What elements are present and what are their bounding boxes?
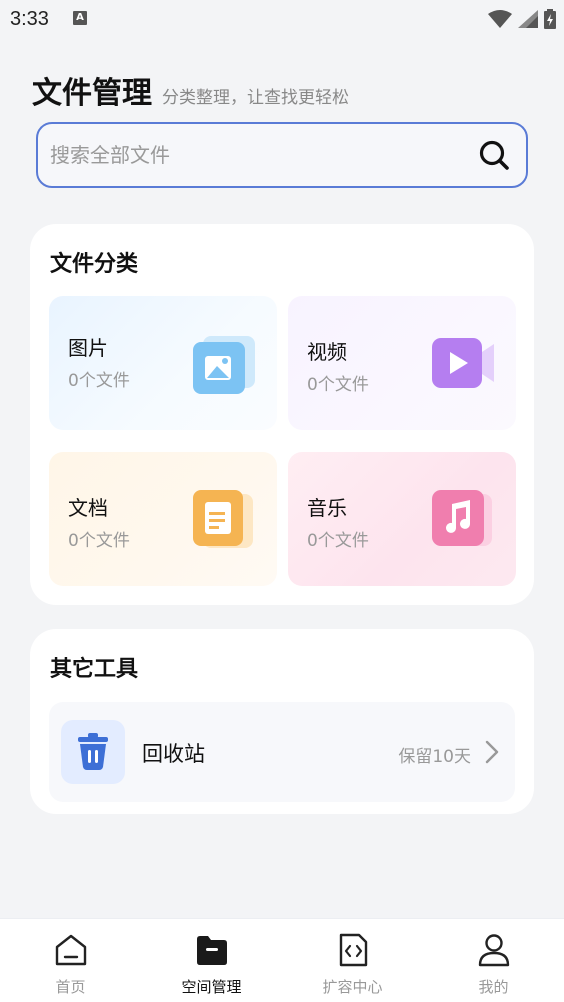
category-count: 0个文件 — [68, 531, 130, 551]
folder-icon — [196, 936, 227, 965]
category-videos[interactable]: 视频 0个文件 — [288, 296, 516, 430]
bottom-tab-bar: 首页 空间管理 扩容中心 我的 — [0, 918, 564, 1002]
trash-icon-container — [61, 720, 125, 784]
retention-text: 保留10天 — [398, 747, 471, 767]
category-count: 0个文件 — [68, 371, 130, 391]
signal-icon — [518, 10, 538, 28]
tab-label: 我的 — [478, 978, 509, 996]
recycle-bin-label: 回收站 — [142, 742, 205, 766]
page-title: 文件管理 — [32, 76, 152, 111]
trash-icon — [78, 733, 108, 770]
category-name: 视频 — [307, 340, 347, 364]
recycle-bin-row[interactable]: 回收站 保留10天 — [49, 702, 515, 802]
chevron-right-icon — [485, 740, 499, 764]
tab-space-management[interactable]: 空间管理 — [141, 919, 282, 1002]
search-box[interactable] — [36, 122, 528, 188]
category-name: 图片 — [68, 336, 108, 360]
category-count: 0个文件 — [307, 375, 369, 395]
category-images[interactable]: 图片 0个文件 — [49, 296, 277, 430]
video-icon — [432, 338, 494, 388]
tools-title: 其它工具 — [50, 657, 139, 682]
category-name: 文档 — [68, 496, 108, 520]
category-music[interactable]: 音乐 0个文件 — [288, 452, 516, 586]
file-categories-card: 文件分类 图片 0个文件 视频 0个文件 文档 0个文件 音乐 0个文件 — [30, 224, 534, 605]
battery-icon — [544, 9, 556, 29]
category-name: 音乐 — [307, 496, 347, 520]
categories-title: 文件分类 — [50, 252, 139, 277]
notification-icon: A — [73, 11, 87, 25]
status-time: 3:33 — [10, 8, 49, 30]
page-subtitle: 分类整理，让查找更轻松 — [162, 88, 349, 108]
search-icon[interactable] — [478, 139, 510, 171]
image-icon — [193, 336, 255, 394]
tab-mine[interactable]: 我的 — [423, 919, 564, 1002]
other-tools-card: 其它工具 回收站 保留10天 — [30, 629, 534, 814]
tab-label: 扩容中心 — [322, 978, 383, 996]
wifi-icon — [488, 10, 512, 28]
tab-home[interactable]: 首页 — [0, 919, 141, 1002]
tab-label: 空间管理 — [181, 978, 242, 996]
category-documents[interactable]: 文档 0个文件 — [49, 452, 277, 586]
page-header: 文件管理 分类整理，让查找更轻松 — [32, 68, 349, 112]
tab-label: 首页 — [55, 978, 86, 996]
status-indicators — [488, 9, 556, 29]
document-icon — [193, 490, 253, 548]
music-icon — [432, 490, 492, 546]
home-icon — [55, 934, 86, 966]
code-file-icon — [339, 933, 367, 967]
user-icon — [478, 934, 509, 967]
category-count: 0个文件 — [307, 531, 369, 551]
tab-expansion-center[interactable]: 扩容中心 — [282, 919, 423, 1002]
search-input[interactable] — [50, 140, 450, 170]
status-bar: 3:33 A — [0, 0, 564, 38]
